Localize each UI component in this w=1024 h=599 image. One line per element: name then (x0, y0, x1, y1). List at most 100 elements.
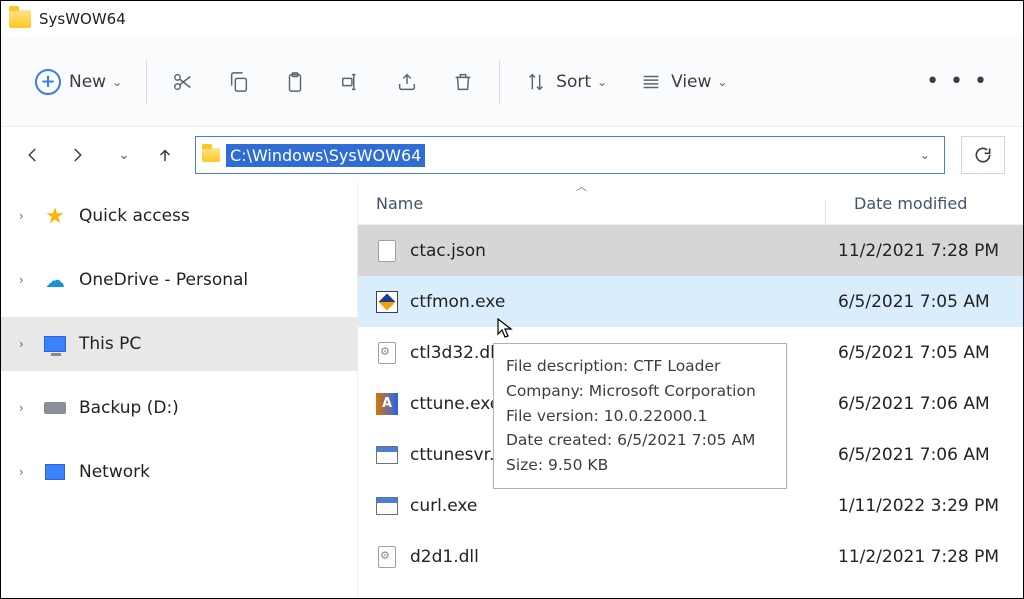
cut-button[interactable] (155, 54, 211, 110)
sidebar-item-quick-access[interactable]: › ★ Quick access (1, 189, 357, 243)
column-divider[interactable] (825, 200, 826, 228)
window-title: SysWOW64 (39, 10, 126, 28)
expand-icon: › (19, 337, 31, 351)
folder-icon (202, 148, 220, 162)
file-name: ctfmon.exe (410, 292, 505, 312)
address-bar[interactable]: C:\Windows\SysWOW64 ⌄ (195, 136, 945, 174)
column-headers: ︿ Name Date modified (358, 183, 1023, 225)
app-icon (376, 290, 398, 314)
expand-icon: › (19, 401, 31, 415)
tooltip-version: File version: 10.0.22000.1 (506, 404, 774, 429)
plus-icon: + (35, 69, 61, 95)
paste-button[interactable] (267, 54, 323, 110)
drive-icon (43, 397, 67, 419)
sidebar-item-backup[interactable]: › Backup (D:) (1, 381, 357, 435)
file-date: 6/5/2021 7:05 AM (826, 292, 990, 312)
file-date: 6/5/2021 7:06 AM (826, 394, 990, 414)
scissors-icon (171, 70, 195, 94)
recent-button[interactable]: ⌄ (107, 141, 135, 169)
up-button[interactable] (151, 141, 179, 169)
sort-icon (524, 70, 548, 94)
view-button[interactable]: View ⌄ (623, 54, 743, 110)
sidebar-label: OneDrive - Personal (79, 270, 248, 290)
file-name: curl.exe (410, 496, 477, 516)
main-area: › ★ Quick access › ☁ OneDrive - Personal › Th… (1, 183, 1023, 598)
file-icon (376, 239, 398, 263)
header-name-label: Name (376, 194, 423, 213)
tooltip-description: File description: CTF Loader (506, 354, 774, 379)
tooltip-created: Date created: 6/5/2021 7:05 AM (506, 428, 774, 453)
sidebar-label: This PC (79, 334, 141, 354)
nav-row: ⌄ C:\Windows\SysWOW64 ⌄ (1, 127, 1023, 183)
file-pane: ︿ Name Date modified ctac.json 11/2/2021 … (358, 183, 1023, 598)
more-button[interactable]: • • • (910, 54, 1005, 110)
share-icon (395, 70, 419, 94)
star-icon: ★ (43, 205, 67, 227)
copy-icon (227, 70, 251, 94)
file-name: cttune.exe (410, 394, 500, 414)
dll-icon (376, 545, 398, 569)
tooltip-company: Company: Microsoft Corporation (506, 379, 774, 404)
file-date: 6/5/2021 7:05 AM (826, 343, 990, 363)
sidebar-item-network[interactable]: › Network (1, 445, 357, 499)
file-date: 6/5/2021 7:06 AM (826, 445, 990, 465)
sidebar: › ★ Quick access › ☁ OneDrive - Personal › Th… (1, 183, 358, 598)
file-row[interactable]: d2d1.dll 11/2/2021 7:28 PM (358, 531, 1023, 582)
delete-button[interactable] (435, 54, 491, 110)
rename-icon (339, 70, 363, 94)
file-date: 1/11/2022 3:29 PM (826, 496, 999, 516)
header-date[interactable]: Date modified (826, 194, 967, 213)
address-dropdown[interactable]: ⌄ (912, 148, 938, 162)
new-label: New (69, 72, 106, 92)
file-name: ctac.json (410, 241, 486, 261)
clipboard-icon (283, 70, 307, 94)
chevron-down-icon: ⌄ (597, 75, 607, 89)
separator (499, 60, 500, 104)
refresh-button[interactable] (961, 136, 1005, 174)
pc-icon (43, 333, 67, 355)
address-path[interactable]: C:\Windows\SysWOW64 (226, 144, 425, 167)
file-name: d2d1.dll (410, 547, 479, 567)
expand-icon: › (19, 273, 31, 287)
sort-label: Sort (556, 72, 591, 92)
separator (146, 60, 147, 104)
expand-icon: › (19, 209, 31, 223)
sidebar-label: Network (79, 462, 150, 482)
cloud-icon: ☁ (43, 269, 67, 291)
file-row[interactable]: ctfmon.exe 6/5/2021 7:05 AM (358, 276, 1023, 327)
toolbar: + New ⌄ Sort ⌄ View ⌄ • • • (1, 37, 1023, 127)
back-button[interactable] (19, 141, 47, 169)
header-date-label: Date modified (854, 194, 967, 213)
view-label: View (671, 72, 711, 92)
sidebar-item-this-pc[interactable]: › This PC (1, 317, 357, 371)
network-icon (43, 461, 67, 483)
share-button[interactable] (379, 54, 435, 110)
chevron-down-icon: ⌄ (112, 75, 122, 89)
new-button[interactable]: + New ⌄ (19, 54, 138, 110)
file-row[interactable]: ctac.json 11/2/2021 7:28 PM (358, 225, 1023, 276)
dll-icon (376, 341, 398, 365)
sort-button[interactable]: Sort ⌄ (508, 54, 623, 110)
copy-button[interactable] (211, 54, 267, 110)
title-bar[interactable]: SysWOW64 (1, 1, 1023, 37)
sort-asc-icon: ︿ (576, 178, 587, 194)
sidebar-label: Quick access (79, 206, 190, 226)
sidebar-label: Backup (D:) (79, 398, 179, 418)
forward-button[interactable] (63, 141, 91, 169)
sidebar-item-onedrive[interactable]: › ☁ OneDrive - Personal (1, 253, 357, 307)
exe-icon (376, 494, 398, 518)
expand-icon: › (19, 465, 31, 479)
tooltip-size: Size: 9.50 KB (506, 453, 774, 478)
chevron-down-icon: ⌄ (717, 75, 727, 89)
header-name[interactable]: ︿ Name (376, 194, 826, 213)
file-date: 11/2/2021 7:28 PM (826, 241, 999, 261)
rename-button[interactable] (323, 54, 379, 110)
exe-icon (376, 443, 398, 467)
ellipsis-icon: • • • (926, 69, 989, 94)
file-date: 11/2/2021 7:28 PM (826, 547, 999, 567)
file-name: ctl3d32.dll (410, 343, 500, 363)
app-icon: A (376, 392, 398, 416)
view-icon (639, 70, 663, 94)
trash-icon (451, 70, 475, 94)
file-tooltip: File description: CTF Loader Company: Mi… (493, 343, 787, 489)
